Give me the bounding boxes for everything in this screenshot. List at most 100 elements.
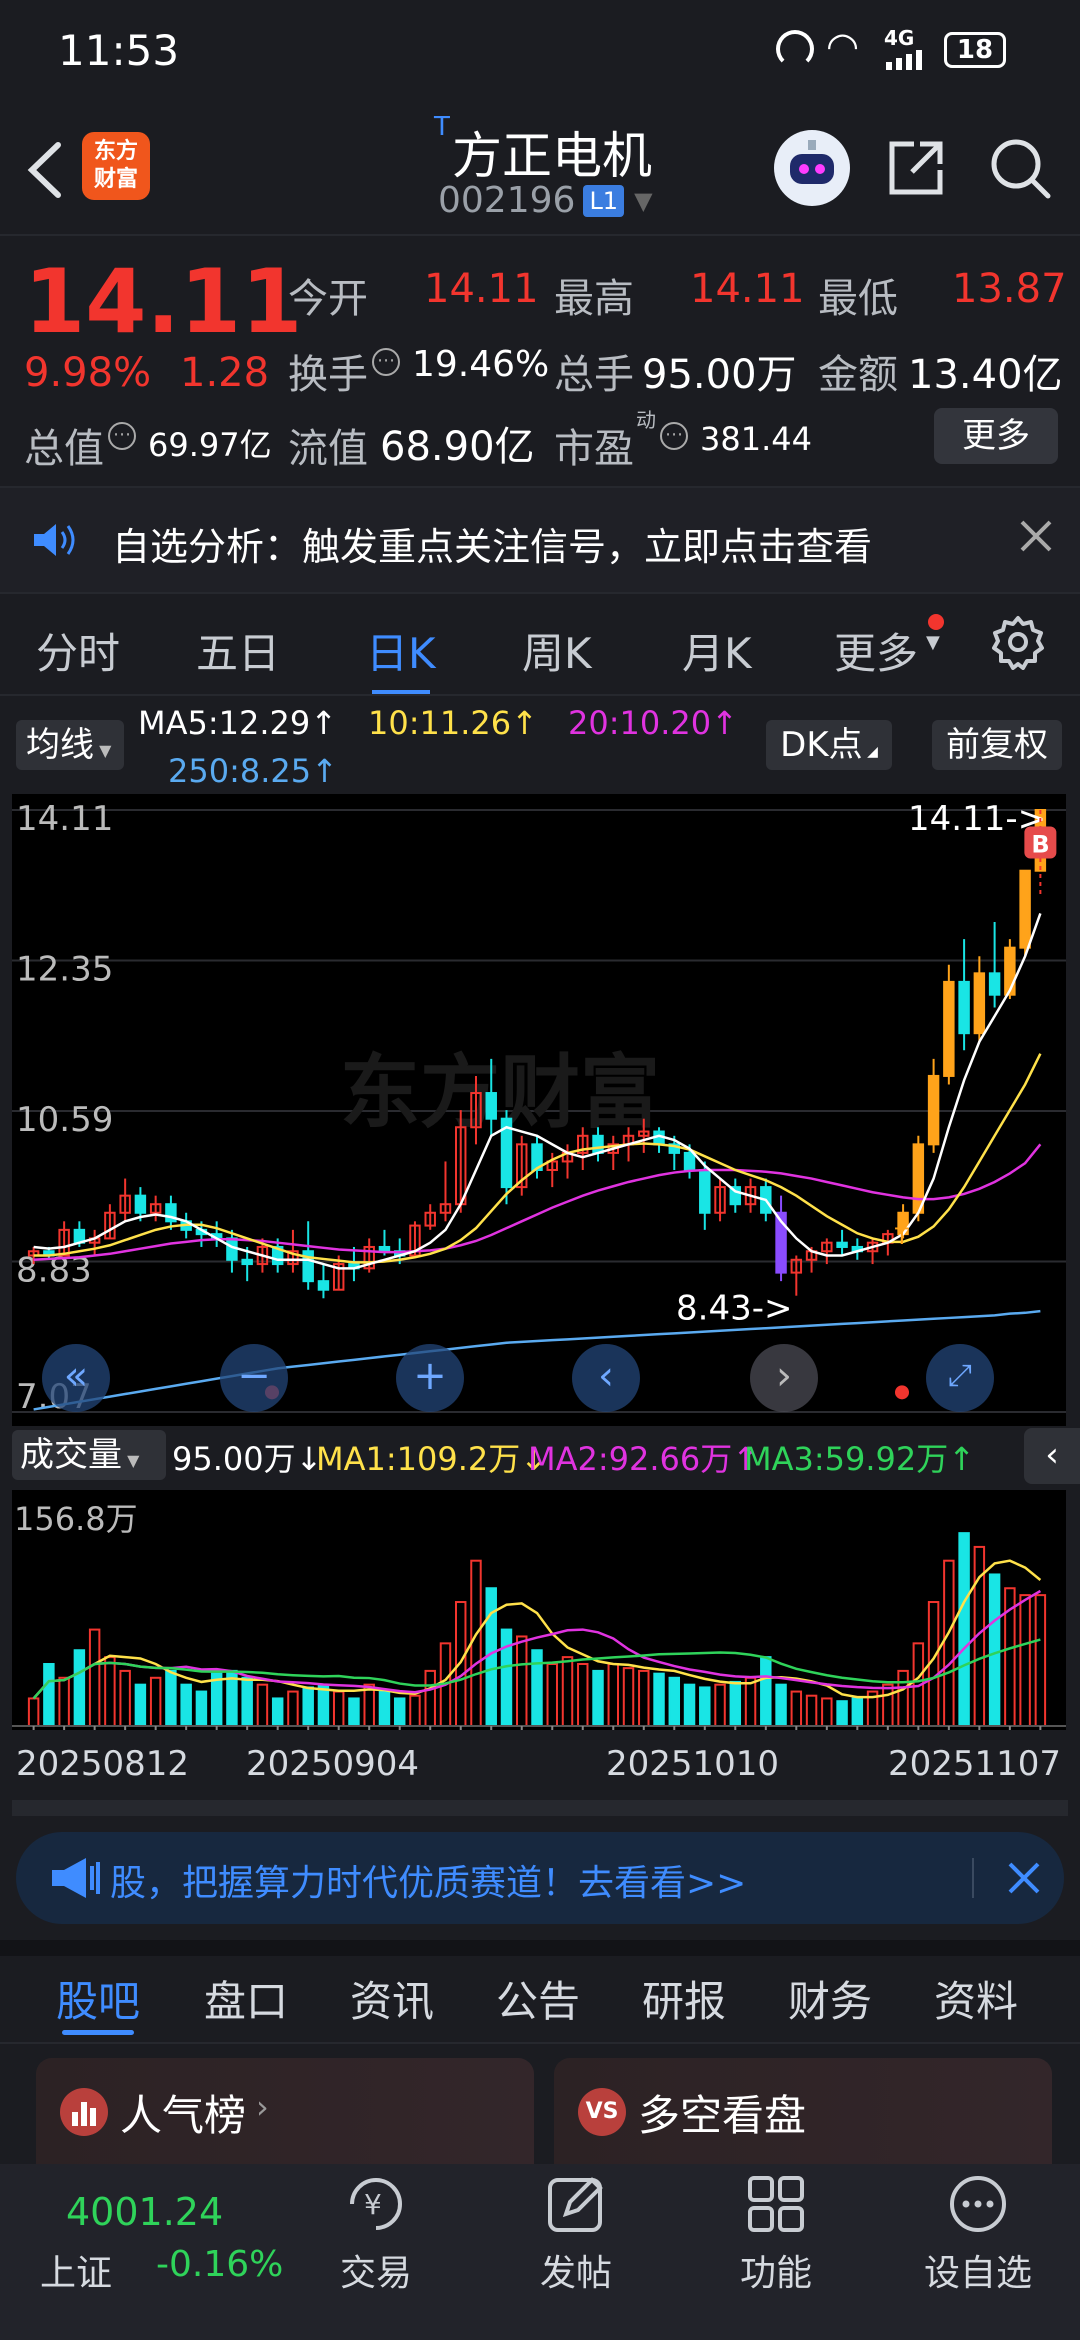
tab-yanbao[interactable]: 研报 <box>642 1968 726 2029</box>
gauge-icon <box>776 30 814 68</box>
volume-bar <box>500 1628 513 1727</box>
candle-body <box>241 1258 253 1266</box>
volume-bar <box>683 1683 696 1727</box>
candle-body <box>927 1074 940 1146</box>
notice-text: 自选分析：触发重点关注信号，立即点击查看 <box>112 525 873 569</box>
info-icon[interactable]: ⋯ <box>372 348 400 376</box>
status-time: 11:53 <box>58 26 180 75</box>
tab-caiwu[interactable]: 财务 <box>788 1968 872 2029</box>
robot-icon[interactable] <box>774 130 850 206</box>
svg-text:¥: ¥ <box>364 2188 382 2221</box>
y-axis-label: 10.59 <box>16 1100 113 1140</box>
caret-icon: ▼ <box>122 1451 140 1470</box>
tab-more[interactable]: 更多 <box>834 620 918 681</box>
collapse-panel-icon[interactable]: ‹ <box>1024 1428 1080 1484</box>
ma-toggle[interactable]: 均线 ▼ <box>16 720 124 770</box>
logo-line1: 东方 <box>93 139 138 164</box>
scroll-left-icon[interactable]: ‹ <box>572 1344 640 1412</box>
y-axis-label: 14.11 <box>16 799 113 839</box>
volume-label: 总手 <box>554 352 634 398</box>
volume-max-label: 156.8万 <box>14 1500 138 1538</box>
app-logo[interactable]: 东方 财富 <box>82 132 150 200</box>
more-button[interactable]: 更多 <box>934 408 1058 464</box>
close-icon[interactable] <box>1006 1860 1042 1896</box>
close-icon[interactable] <box>1016 516 1056 556</box>
ma-toggle-label: 均线 <box>26 725 94 765</box>
section-divider <box>0 1940 1080 1956</box>
volume-bar <box>851 1697 864 1727</box>
volume-bar <box>699 1686 711 1728</box>
dk-button[interactable]: DK点 ◢ <box>766 720 892 770</box>
volume-bar <box>958 1532 970 1728</box>
tab-zhouk[interactable]: 周K <box>522 620 592 681</box>
add-watchlist-icon[interactable] <box>946 2172 1010 2236</box>
tab-gonggao[interactable]: 公告 <box>496 1968 580 2029</box>
back-icon[interactable] <box>20 135 70 205</box>
scroll-left-fast-icon[interactable]: « <box>42 1344 110 1412</box>
tab-pankou[interactable]: 盘口 <box>204 1968 288 2029</box>
ma5-value: MA5:12.29↑ <box>138 704 338 742</box>
amount-value: 13.40亿 <box>908 352 1063 398</box>
post-icon[interactable] <box>544 2172 608 2236</box>
volume-toggle-label: 成交量 <box>20 1435 122 1475</box>
fq-button[interactable]: 前复权 <box>932 720 1062 770</box>
ma250-value: 250:8.25↑ <box>168 752 338 790</box>
nav-functions[interactable]: 功能 <box>740 2244 812 2296</box>
kline-chart[interactable]: 14.1112.3510.598.837.07东方财富14.11->8.43->… <box>0 790 1080 1430</box>
scroll-right-icon[interactable]: › <box>750 1344 818 1412</box>
notice-bar[interactable]: 自选分析：触发重点关注信号，立即点击查看 <box>0 488 1080 592</box>
card-title-right: 多空看盘 <box>638 2091 807 2140</box>
vol-ma2: MA2:92.66万↑ <box>528 1440 760 1478</box>
volume-bar <box>393 1697 406 1727</box>
chevron-down-icon: ▼ <box>634 186 653 215</box>
candle-body <box>988 972 1001 996</box>
search-icon[interactable] <box>986 134 1054 202</box>
index-value[interactable]: 4001.24 <box>66 2190 223 2234</box>
tab-fenshi[interactable]: 分时 <box>36 620 120 681</box>
share-icon[interactable] <box>884 136 948 200</box>
x-date-3: 20251010 <box>606 1744 780 1784</box>
gear-icon[interactable] <box>990 614 1046 670</box>
nav-post[interactable]: 发帖 <box>540 2244 612 2296</box>
date-band <box>12 1800 1068 1816</box>
tab-zixun[interactable]: 资讯 <box>350 1968 434 2029</box>
grid-icon[interactable] <box>744 2172 808 2236</box>
index-change: -0.16% <box>156 2244 284 2285</box>
volume-bar <box>836 1700 848 1728</box>
pe-label: 市盈 <box>554 426 634 472</box>
tab-ziliao[interactable]: 资料 <box>934 1968 1018 2029</box>
candle-body <box>973 972 986 1035</box>
volume-bar <box>531 1649 543 1727</box>
info-icon[interactable]: ⋯ <box>108 422 136 450</box>
ad-text: 股，把握算力时代优质赛道！去看看>> <box>110 1863 747 1904</box>
open-value: 14.11 <box>424 266 539 312</box>
volume-bar <box>195 1690 208 1727</box>
nav-add-watchlist[interactable]: 设自选 <box>924 2244 1032 2296</box>
info-icon[interactable]: ⋯ <box>660 422 688 450</box>
trade-icon[interactable]: ¥ <box>342 2172 410 2236</box>
stock-code-row[interactable]: 002196 L1 ▼ <box>438 180 653 221</box>
volume-toggle[interactable]: 成交量 ▼ <box>12 1430 166 1480</box>
tab-wuri[interactable]: 五日 <box>196 620 280 681</box>
battery-icon: 18 <box>944 32 1006 68</box>
volume-bar <box>302 1686 314 1728</box>
candle-body <box>378 1245 391 1253</box>
zoom-in-icon[interactable]: + <box>396 1344 464 1412</box>
fullscreen-icon[interactable]: ⤢ <box>926 1344 994 1412</box>
volume-bar <box>378 1690 391 1727</box>
tab-rik[interactable]: 日K <box>366 620 436 681</box>
candle-body <box>1019 869 1031 949</box>
candle-body <box>683 1151 696 1172</box>
tab-yuek[interactable]: 月K <box>682 620 752 681</box>
open-label: 今开 <box>288 276 368 322</box>
low-label: 最低 <box>818 276 898 322</box>
tab-guba[interactable]: 股吧 <box>56 1968 140 2029</box>
zoom-out-icon[interactable]: − <box>220 1344 288 1412</box>
volume-bar <box>729 1680 742 1727</box>
nav-trade[interactable]: 交易 <box>340 2244 412 2296</box>
y-axis-label: 12.35 <box>16 950 113 990</box>
ad-banner[interactable]: 股，把握算力时代优质赛道！去看看>> <box>16 1832 1064 1924</box>
speaker-icon <box>30 520 78 560</box>
volume-bar <box>775 1683 787 1727</box>
candle-body <box>836 1241 848 1248</box>
